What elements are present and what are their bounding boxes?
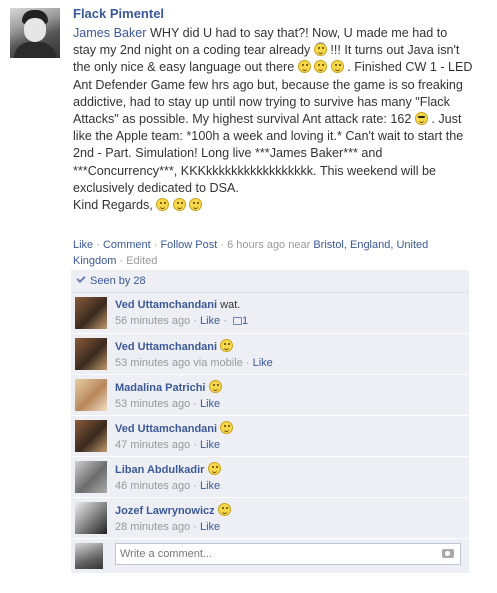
smile-emoji-icon <box>220 339 234 352</box>
angel-emoji-icon <box>313 43 327 57</box>
comment-time[interactable]: 53 minutes ago <box>115 398 190 410</box>
comment-like-link[interactable]: Like <box>200 315 220 327</box>
commenter-name[interactable]: Madalina Patrichi <box>115 382 205 394</box>
comment-like-link[interactable]: Like <box>200 480 220 492</box>
comment-time[interactable]: 28 minutes ago <box>115 521 190 533</box>
write-comment-row: Write a comment... <box>71 539 469 573</box>
current-user-avatar <box>75 543 103 569</box>
smile-emoji-icon <box>207 462 221 475</box>
checkmark-icon <box>76 273 86 284</box>
feedback-box: Seen by 28 Ved Uttamchandani wat. 56 min… <box>71 270 469 573</box>
like-link[interactable]: Like <box>73 239 93 251</box>
comment-like-link[interactable]: Like <box>200 439 220 451</box>
laugh-emoji-icon <box>172 198 186 212</box>
commenter-avatar[interactable] <box>75 502 107 534</box>
commenter-name[interactable]: Liban Abdulkadir <box>115 464 204 476</box>
commenter-name[interactable]: Jozef Lawrynowicz <box>115 505 215 517</box>
comment-item: Liban Abdulkadir 46 minutes ago · Like <box>71 457 469 498</box>
laugh-emoji-icon <box>189 198 203 212</box>
comment-placeholder: Write a comment... <box>120 548 213 560</box>
separator: · <box>116 255 127 267</box>
comment-item: Ved Uttamchandani 53 minutes ago via mob… <box>71 334 469 375</box>
comment-time[interactable]: 53 minutes ago via mobile <box>115 357 243 369</box>
comment-item: Jozef Lawrynowicz 28 minutes ago · Like <box>71 498 469 539</box>
seen-by-text: Seen by 28 <box>90 275 146 287</box>
separator: · <box>150 239 161 251</box>
separator: · <box>93 239 103 251</box>
smile-emoji-icon <box>208 380 222 393</box>
commenter-name[interactable]: Ved Uttamchandani <box>115 341 217 353</box>
comment-like-link[interactable]: Like <box>253 357 273 369</box>
commenter-avatar[interactable] <box>75 420 107 452</box>
smile-emoji-icon <box>314 60 328 74</box>
comment-time[interactable]: 46 minutes ago <box>115 480 190 492</box>
commenter-name[interactable]: Ved Uttamchandani <box>115 299 217 311</box>
commenter-avatar[interactable] <box>75 461 107 493</box>
mention-link[interactable]: James Baker <box>73 26 147 40</box>
smile-emoji-icon <box>330 60 344 74</box>
smile-emoji-icon <box>297 60 311 74</box>
laugh-emoji-icon <box>156 198 170 212</box>
separator: · <box>217 239 228 251</box>
seen-by[interactable]: Seen by 28 <box>71 270 469 293</box>
comment-item: Ved Uttamchandani 47 minutes ago · Like <box>71 416 469 457</box>
comment-like-link[interactable]: Like <box>200 398 220 410</box>
comment-like-link[interactable]: Like <box>200 521 220 533</box>
comment-time[interactable]: 47 minutes ago <box>115 439 190 451</box>
comment-time[interactable]: 56 minutes ago <box>115 315 190 327</box>
commenter-name[interactable]: Ved Uttamchandani <box>115 423 217 435</box>
avatar-coat <box>14 42 56 58</box>
camera-icon[interactable] <box>442 549 454 558</box>
commenter-avatar[interactable] <box>75 297 107 329</box>
author-avatar[interactable] <box>10 8 60 58</box>
smile-emoji-icon <box>220 421 234 434</box>
post-body: James Baker WHY did U had to say that?! … <box>73 25 473 214</box>
smile-emoji-icon <box>217 503 231 516</box>
comment-like-count[interactable]: 1 <box>242 315 248 327</box>
follow-post-link[interactable]: Follow Post <box>160 239 217 251</box>
comment-text: wat. <box>220 299 241 311</box>
commenter-avatar[interactable] <box>75 338 107 370</box>
comment-item: Ved Uttamchandani wat. 56 minutes ago · … <box>71 293 469 334</box>
post: Flack Pimentel James Baker WHY did U had… <box>73 6 473 214</box>
thumbs-up-icon <box>232 317 242 325</box>
comment-input[interactable]: Write a comment... <box>115 543 461 565</box>
author-name[interactable]: Flack Pimentel <box>73 6 473 22</box>
comment-item: Madalina Patrichi 53 minutes ago · Like <box>71 375 469 416</box>
commenter-avatar[interactable] <box>75 379 107 411</box>
comment-link[interactable]: Comment <box>103 239 151 251</box>
post-meta: Like · Comment · Follow Post · 6 hours a… <box>73 237 463 269</box>
sunglasses-emoji-icon <box>414 112 428 126</box>
signoff-text: Kind Regards, <box>73 198 153 213</box>
post-time[interactable]: 6 hours ago near <box>227 239 310 251</box>
avatar-face <box>24 18 46 42</box>
edited-label[interactable]: Edited <box>126 255 157 267</box>
